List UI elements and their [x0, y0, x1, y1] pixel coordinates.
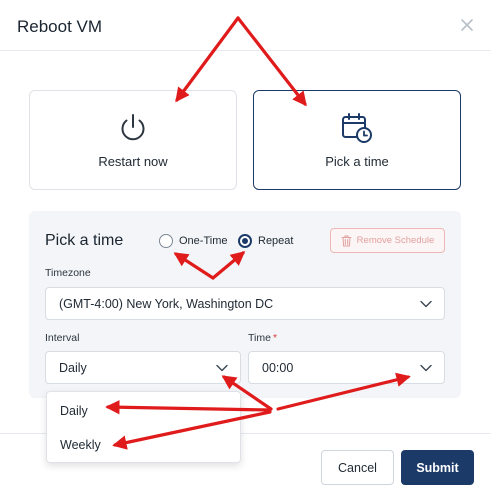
trash-icon: [341, 235, 352, 246]
time-value: 00:00: [262, 361, 294, 375]
submit-button[interactable]: Submit: [401, 450, 474, 485]
remove-schedule-button[interactable]: Remove Schedule: [330, 228, 445, 253]
interval-option-weekly[interactable]: Weekly: [47, 428, 240, 462]
chevron-down-icon: [420, 300, 432, 308]
timezone-label: Timezone: [45, 267, 91, 279]
header-divider: [0, 50, 491, 51]
repeat-label: Repeat: [258, 235, 294, 247]
cancel-button[interactable]: Cancel: [321, 450, 394, 485]
timezone-select[interactable]: (GMT-4:00) New York, Washington DC: [45, 287, 445, 320]
pick-a-time-card[interactable]: Pick a time: [253, 90, 461, 190]
restart-now-card[interactable]: Restart now: [29, 90, 237, 190]
interval-option-daily[interactable]: Daily: [47, 394, 240, 428]
required-mark: *: [272, 332, 278, 344]
dialog-title: Reboot VM: [17, 17, 103, 36]
chevron-down-icon: [216, 364, 228, 372]
one-time-label: One-Time: [179, 235, 228, 247]
pick-a-time-label: Pick a time: [325, 154, 389, 169]
pick-a-time-panel: Pick a time One-Time Repeat Remove Sched…: [29, 211, 461, 398]
interval-dropdown-menu: Daily Weekly: [46, 391, 241, 463]
repeat-radio[interactable]: [238, 234, 252, 248]
calendar-clock-icon: [342, 113, 372, 143]
one-time-radio-option[interactable]: One-Time: [159, 232, 228, 250]
one-time-radio[interactable]: [159, 234, 173, 248]
interval-option-label: Daily: [60, 404, 88, 418]
time-label-text: Time: [248, 332, 271, 344]
interval-select[interactable]: Daily: [45, 351, 241, 384]
repeat-radio-option[interactable]: Repeat: [238, 232, 293, 250]
interval-value: Daily: [59, 361, 87, 375]
panel-title: Pick a time: [45, 232, 124, 249]
remove-schedule-label: Remove Schedule: [356, 235, 435, 246]
power-icon: [121, 114, 145, 141]
restart-now-label: Restart now: [98, 154, 168, 169]
time-select[interactable]: 00:00: [248, 351, 445, 384]
chevron-down-icon: [420, 364, 432, 372]
interval-option-label: Weekly: [60, 438, 101, 452]
time-label: Time *: [248, 332, 277, 344]
timezone-value: (GMT-4:00) New York, Washington DC: [59, 297, 274, 311]
interval-label: Interval: [45, 332, 80, 344]
close-icon[interactable]: [459, 17, 475, 33]
dialog-header: Reboot VM: [0, 0, 491, 50]
